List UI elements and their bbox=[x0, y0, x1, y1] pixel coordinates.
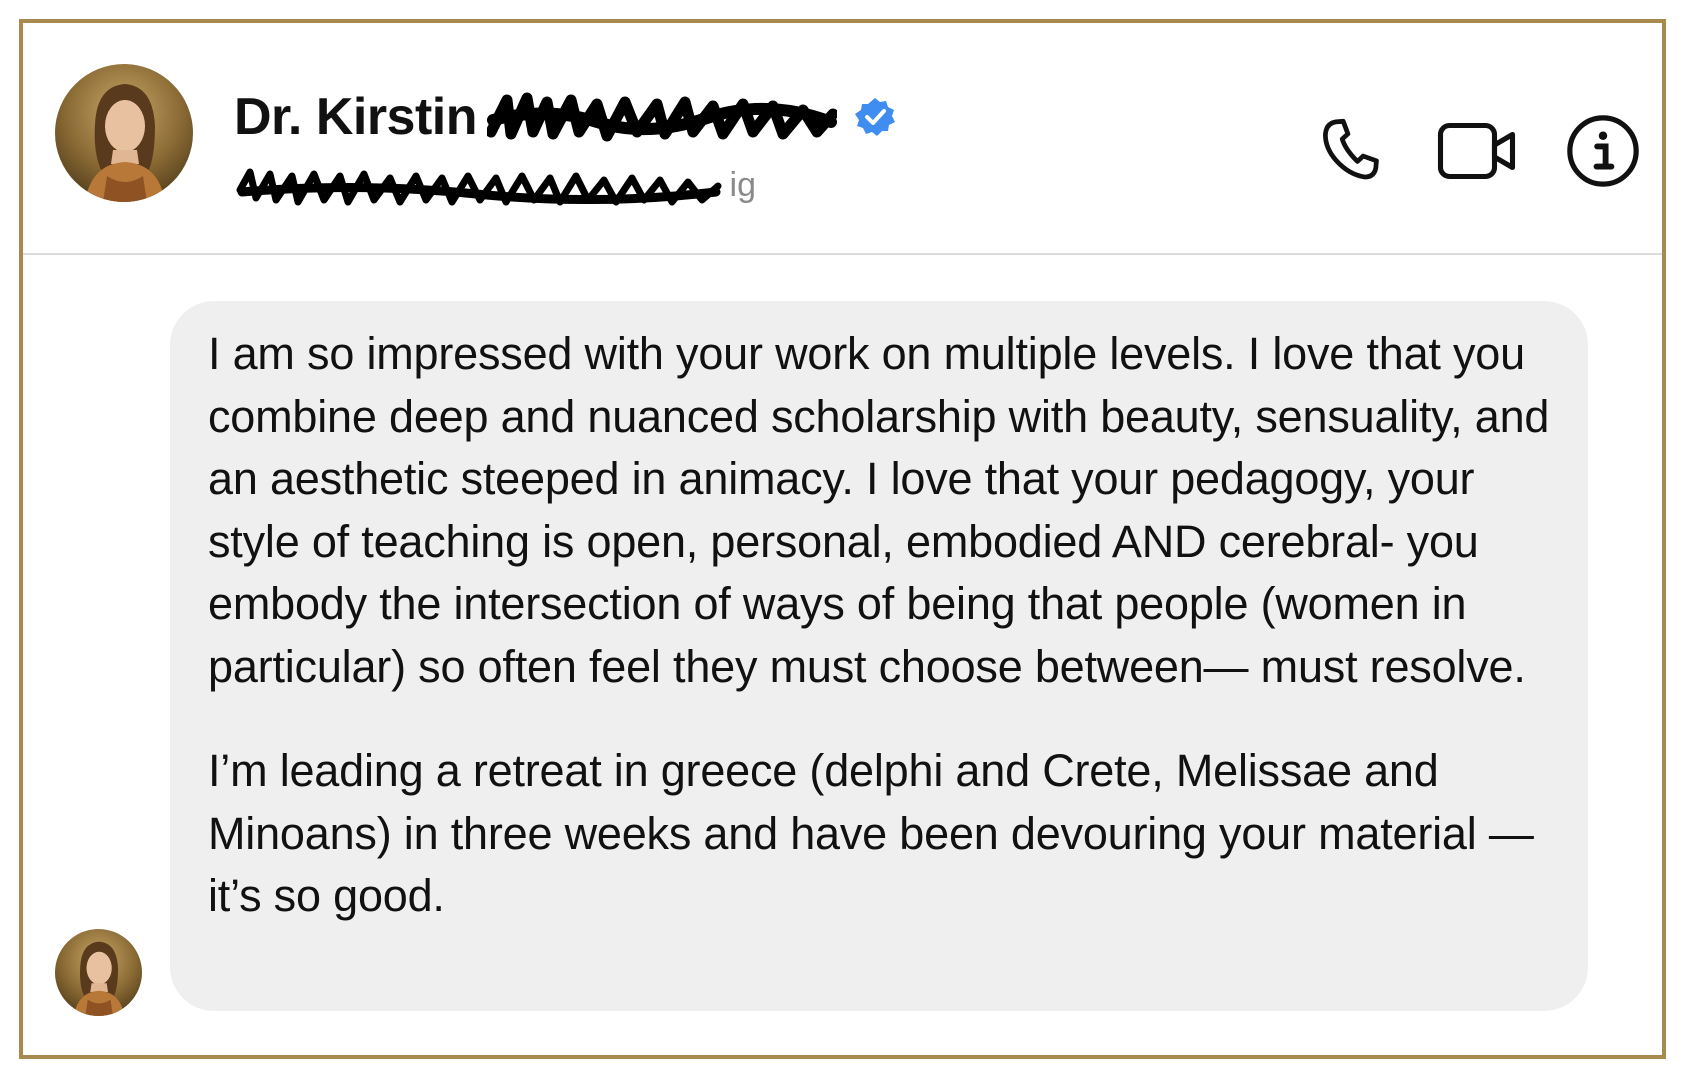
message-paragraph: I am so impressed with your work on mult… bbox=[208, 328, 1550, 692]
message-paragraph: I’m leading a retreat in greece (delphi … bbox=[208, 745, 1534, 921]
conversation-frame: Dr. Kirstin ig I am so impressed with yo… bbox=[19, 19, 1666, 1059]
verified-badge-icon bbox=[855, 98, 895, 136]
contact-name: Dr. Kirstin bbox=[234, 88, 478, 146]
message-sender-avatar bbox=[55, 929, 142, 1016]
avatar-image bbox=[55, 64, 193, 202]
conversation-info-button[interactable] bbox=[1558, 106, 1648, 196]
phone-icon bbox=[1323, 118, 1379, 180]
received-message-bubble[interactable]: I am so impressed with your work on mult… bbox=[170, 301, 1588, 1011]
contact-name-row: Dr. Kirstin bbox=[234, 81, 895, 153]
audio-call-button[interactable] bbox=[1308, 106, 1398, 196]
avatar-image bbox=[55, 929, 142, 1016]
contact-avatar[interactable] bbox=[55, 64, 193, 202]
video-call-icon bbox=[1437, 122, 1516, 180]
subtitle-redaction-scribble bbox=[236, 168, 722, 206]
redaction-scribble bbox=[487, 92, 837, 142]
chat-header: Dr. Kirstin ig bbox=[23, 23, 1662, 255]
contact-subtitle: ig bbox=[236, 158, 756, 218]
info-icon bbox=[1567, 115, 1639, 187]
video-call-button[interactable] bbox=[1433, 106, 1523, 196]
